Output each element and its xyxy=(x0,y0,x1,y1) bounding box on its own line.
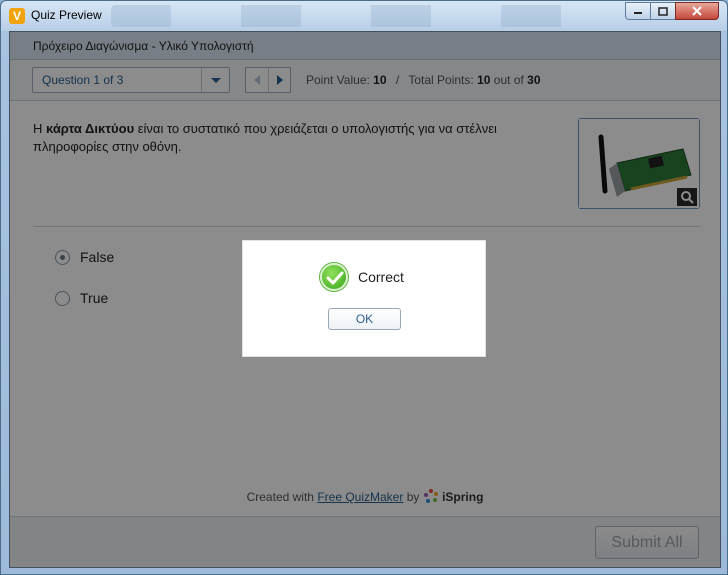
minimize-icon xyxy=(634,12,642,14)
maximize-icon xyxy=(658,6,668,16)
background-ribbon-ghost xyxy=(111,5,611,27)
feedback-dialog: Correct OK xyxy=(242,240,486,357)
app-icon: V xyxy=(9,8,25,24)
close-button[interactable] xyxy=(675,2,719,20)
quiz-preview-window: V Quiz Preview Πρόχειρο Διαγώνισμα - Υλι… xyxy=(0,0,728,575)
feedback-message: Correct xyxy=(358,269,404,285)
ok-button[interactable]: OK xyxy=(328,308,401,330)
minimize-button[interactable] xyxy=(625,2,651,20)
check-circle-icon xyxy=(320,263,348,291)
maximize-button[interactable] xyxy=(650,2,676,20)
window-controls xyxy=(625,2,719,20)
window-title: Quiz Preview xyxy=(31,8,102,22)
close-icon xyxy=(692,6,702,16)
title-bar: V Quiz Preview xyxy=(1,1,727,31)
